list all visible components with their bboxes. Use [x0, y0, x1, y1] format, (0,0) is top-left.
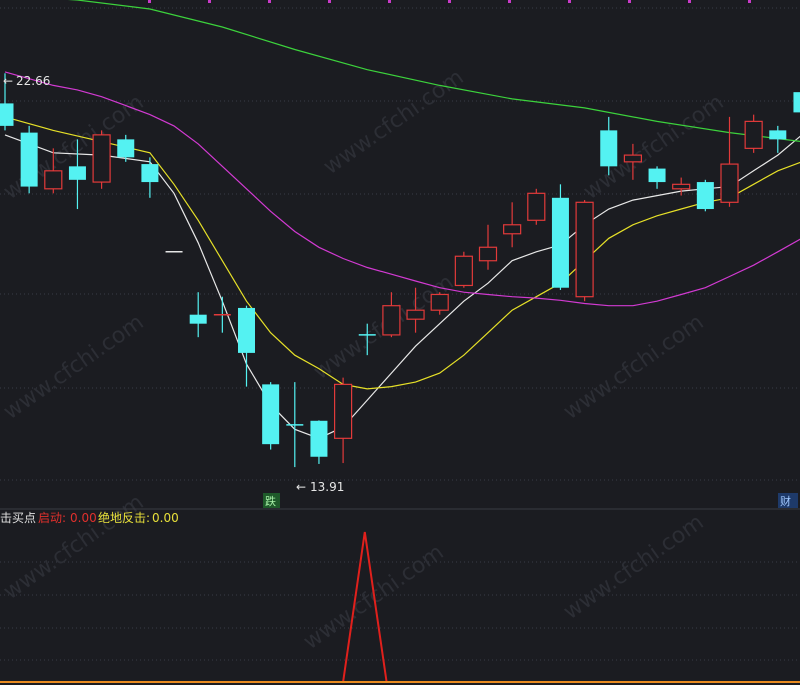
- candle-30: [720, 116, 739, 207]
- candle-4: [92, 130, 111, 189]
- candle-body: [527, 192, 546, 221]
- indicator-legend: 击买点 启动: 0.00 绝地反击: 0.00: [0, 510, 179, 525]
- candle-body: [0, 103, 14, 126]
- legend-juedi-value: 0.00: [152, 511, 179, 525]
- candle-24: [575, 200, 594, 302]
- top-tick-mark: [688, 0, 691, 3]
- badge-right: 财: [778, 493, 798, 508]
- badge-left: 跌: [263, 493, 280, 508]
- watermark-text: www.cfchi.com: [319, 65, 468, 180]
- watermark-text: www.cfchi.com: [0, 490, 149, 605]
- candle-body: [382, 305, 401, 336]
- candle-body: [551, 197, 569, 288]
- candle-14: [334, 377, 353, 464]
- candle-22: [527, 188, 546, 225]
- moving-average-lines: [4, 0, 800, 439]
- watermark-text: www.cfchi.com: [559, 510, 708, 625]
- candle-6: [141, 157, 159, 198]
- candle-body: [68, 166, 86, 180]
- candle-body: [793, 92, 800, 113]
- legend-qidong-value: 0.00: [70, 511, 97, 525]
- stock-chart: www.cfchi.com www.cfchi.com www.cfchi.com w…: [0, 0, 800, 683]
- candle-body: [478, 246, 498, 262]
- candle-body: [744, 120, 763, 149]
- candle-body: [262, 384, 280, 445]
- candle-body: [92, 134, 111, 183]
- low-marker-arrow: ←: [296, 480, 306, 494]
- top-tick-mark: [448, 0, 451, 3]
- candle-31: [744, 114, 763, 153]
- candle-18: [430, 292, 449, 315]
- candle-12: [286, 382, 304, 468]
- high-marker: ← 22.66: [3, 74, 50, 88]
- indicator-name: 击买点: [0, 511, 36, 525]
- candle-body: [430, 293, 449, 311]
- candle-body: [20, 132, 38, 187]
- candle-32: [769, 125, 787, 153]
- candle-body: [334, 383, 353, 439]
- top-tick-mark: [508, 0, 511, 3]
- candle-body: [720, 163, 739, 203]
- candle-19: [454, 251, 473, 288]
- candle-body: [769, 130, 787, 140]
- candle-body: [406, 309, 425, 320]
- top-tick-mark: [388, 0, 391, 3]
- candle-body: [696, 182, 714, 210]
- candle-27: [648, 166, 666, 189]
- candle-body: [672, 183, 691, 190]
- candle-20: [478, 224, 498, 270]
- candle-21: [503, 202, 522, 248]
- low-marker-value: 13.91: [310, 480, 344, 494]
- high-marker-value: 22.66: [16, 74, 50, 88]
- low-marker: ← 13.91: [296, 480, 344, 494]
- candle-body: [454, 255, 473, 287]
- candle-23: [551, 184, 569, 290]
- candle-9: [213, 296, 231, 333]
- legend-juedi-label: 绝地反击:: [98, 510, 150, 525]
- watermark-text: www.cfchi.com: [0, 310, 149, 425]
- candle-11: [262, 382, 280, 450]
- candle-body: [238, 307, 255, 353]
- candle-8: [189, 292, 207, 338]
- candle-body: [623, 154, 643, 163]
- candle-28: [672, 177, 691, 196]
- candle-16: [382, 292, 401, 338]
- top-tick-mark: [208, 0, 211, 3]
- candle-body: [600, 130, 618, 167]
- legend-qidong-label: 启动:: [38, 511, 66, 525]
- candle-body: [648, 168, 666, 183]
- top-tick-mark: [148, 0, 151, 3]
- high-marker-arrow: ←: [3, 74, 13, 88]
- candle-29: [696, 179, 714, 212]
- watermark-text: www.cfchi.com: [559, 310, 708, 425]
- top-tick-mark: [268, 0, 271, 3]
- badge-left-text: 跌: [265, 494, 276, 508]
- top-tick-mark: [328, 0, 331, 3]
- candle-body: [503, 224, 522, 235]
- candle-13: [310, 420, 328, 464]
- candle-body: [117, 139, 135, 158]
- top-tick-mark: [568, 0, 571, 3]
- candle-1: [20, 125, 38, 194]
- candle-body: [189, 314, 207, 324]
- top-tick-mark: [628, 0, 631, 3]
- candle-body: [44, 170, 63, 190]
- candle-body: [310, 420, 328, 457]
- top-tick-mark: [748, 0, 751, 3]
- candle-33: [793, 92, 800, 113]
- candle-body: [575, 201, 594, 298]
- top-tick-marks: [148, 0, 751, 3]
- badge-right-text: 财: [780, 494, 791, 508]
- candle-body: [141, 164, 159, 183]
